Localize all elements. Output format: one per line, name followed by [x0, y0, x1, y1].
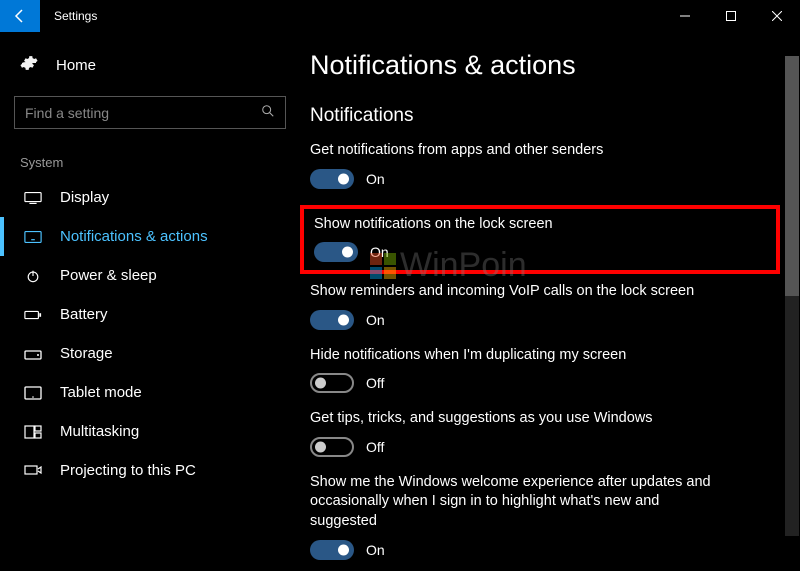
sidebar-item-label: Battery [60, 306, 108, 323]
window-controls [662, 0, 800, 32]
setting-label: Show me the Windows welcome experience a… [310, 473, 730, 532]
storage-icon [24, 347, 42, 361]
sidebar-item-tablet[interactable]: Tablet mode [0, 373, 300, 412]
multitasking-icon [24, 425, 42, 439]
toggle-state: On [366, 312, 385, 328]
monitor-icon [24, 191, 42, 205]
sidebar-item-power[interactable]: Power & sleep [0, 256, 300, 295]
sidebar-item-battery[interactable]: Battery [0, 295, 300, 334]
gear-icon [20, 54, 38, 76]
sidebar-item-label: Power & sleep [60, 267, 157, 284]
toggle-voip[interactable] [310, 310, 354, 330]
setting-lock-screen-notifications: Show notifications on the lock screen On [314, 215, 766, 263]
battery-icon [24, 308, 42, 322]
toggle-hide-duplicating[interactable] [310, 373, 354, 393]
toggle-tips[interactable] [310, 437, 354, 457]
close-button[interactable] [754, 0, 800, 32]
toggle-welcome[interactable] [310, 540, 354, 560]
power-icon [24, 269, 42, 283]
arrow-left-icon [12, 8, 28, 24]
highlight-box: Show notifications on the lock screen On [300, 205, 780, 275]
tablet-icon [24, 386, 42, 400]
minimize-button[interactable] [662, 0, 708, 32]
toggle-state: On [370, 244, 389, 260]
toggle-get-notifications[interactable] [310, 169, 354, 189]
sidebar-item-notifications[interactable]: Notifications & actions [0, 217, 300, 256]
setting-voip-reminders: Show reminders and incoming VoIP calls o… [310, 282, 780, 330]
maximize-button[interactable] [708, 0, 754, 32]
setting-get-notifications: Get notifications from apps and other se… [310, 141, 780, 189]
back-button[interactable] [0, 0, 40, 32]
main-panel: Notifications & actions Notifications Ge… [300, 32, 800, 571]
projecting-icon [24, 464, 42, 478]
search-box[interactable] [14, 96, 286, 129]
sidebar-item-label: Projecting to this PC [60, 462, 196, 479]
home-button[interactable]: Home [0, 44, 300, 86]
sidebar-item-label: Display [60, 189, 109, 206]
sidebar-group-label: System [0, 147, 300, 178]
window-title: Settings [40, 0, 662, 32]
sidebar-item-label: Multitasking [60, 423, 139, 440]
search-input[interactable] [25, 105, 261, 121]
scroll-thumb[interactable] [785, 56, 799, 296]
setting-tips: Get tips, tricks, and suggestions as you… [310, 409, 780, 457]
search-icon [261, 104, 275, 121]
setting-hide-duplicating: Hide notifications when I'm duplicating … [310, 346, 780, 394]
sidebar-item-projecting[interactable]: Projecting to this PC [0, 451, 300, 490]
sidebar-item-multitasking[interactable]: Multitasking [0, 412, 300, 451]
sidebar-item-label: Tablet mode [60, 384, 142, 401]
toggle-lock-screen[interactable] [314, 242, 358, 262]
page-title: Notifications & actions [310, 50, 780, 81]
setting-label: Get notifications from apps and other se… [310, 141, 730, 161]
setting-label: Hide notifications when I'm duplicating … [310, 346, 730, 366]
maximize-icon [726, 11, 736, 21]
setting-welcome: Show me the Windows welcome experience a… [310, 473, 780, 560]
sidebar-item-label: Storage [60, 345, 113, 362]
scrollbar[interactable] [785, 56, 799, 536]
setting-label: Show reminders and incoming VoIP calls o… [310, 282, 730, 302]
toggle-state: Off [366, 439, 384, 455]
sidebar-item-storage[interactable]: Storage [0, 334, 300, 373]
home-label: Home [56, 57, 96, 74]
toggle-state: On [366, 542, 385, 558]
sidebar-item-display[interactable]: Display [0, 178, 300, 217]
close-icon [772, 11, 782, 21]
toggle-state: Off [366, 375, 384, 391]
minimize-icon [680, 11, 690, 21]
sidebar: Home System Display Notifications & acti… [0, 32, 300, 571]
notification-icon [24, 230, 42, 244]
section-title: Notifications [310, 105, 780, 127]
sidebar-item-label: Notifications & actions [60, 228, 208, 245]
titlebar: Settings [0, 0, 800, 32]
setting-label: Show notifications on the lock screen [314, 215, 734, 235]
setting-label: Get tips, tricks, and suggestions as you… [310, 409, 730, 429]
toggle-state: On [366, 171, 385, 187]
